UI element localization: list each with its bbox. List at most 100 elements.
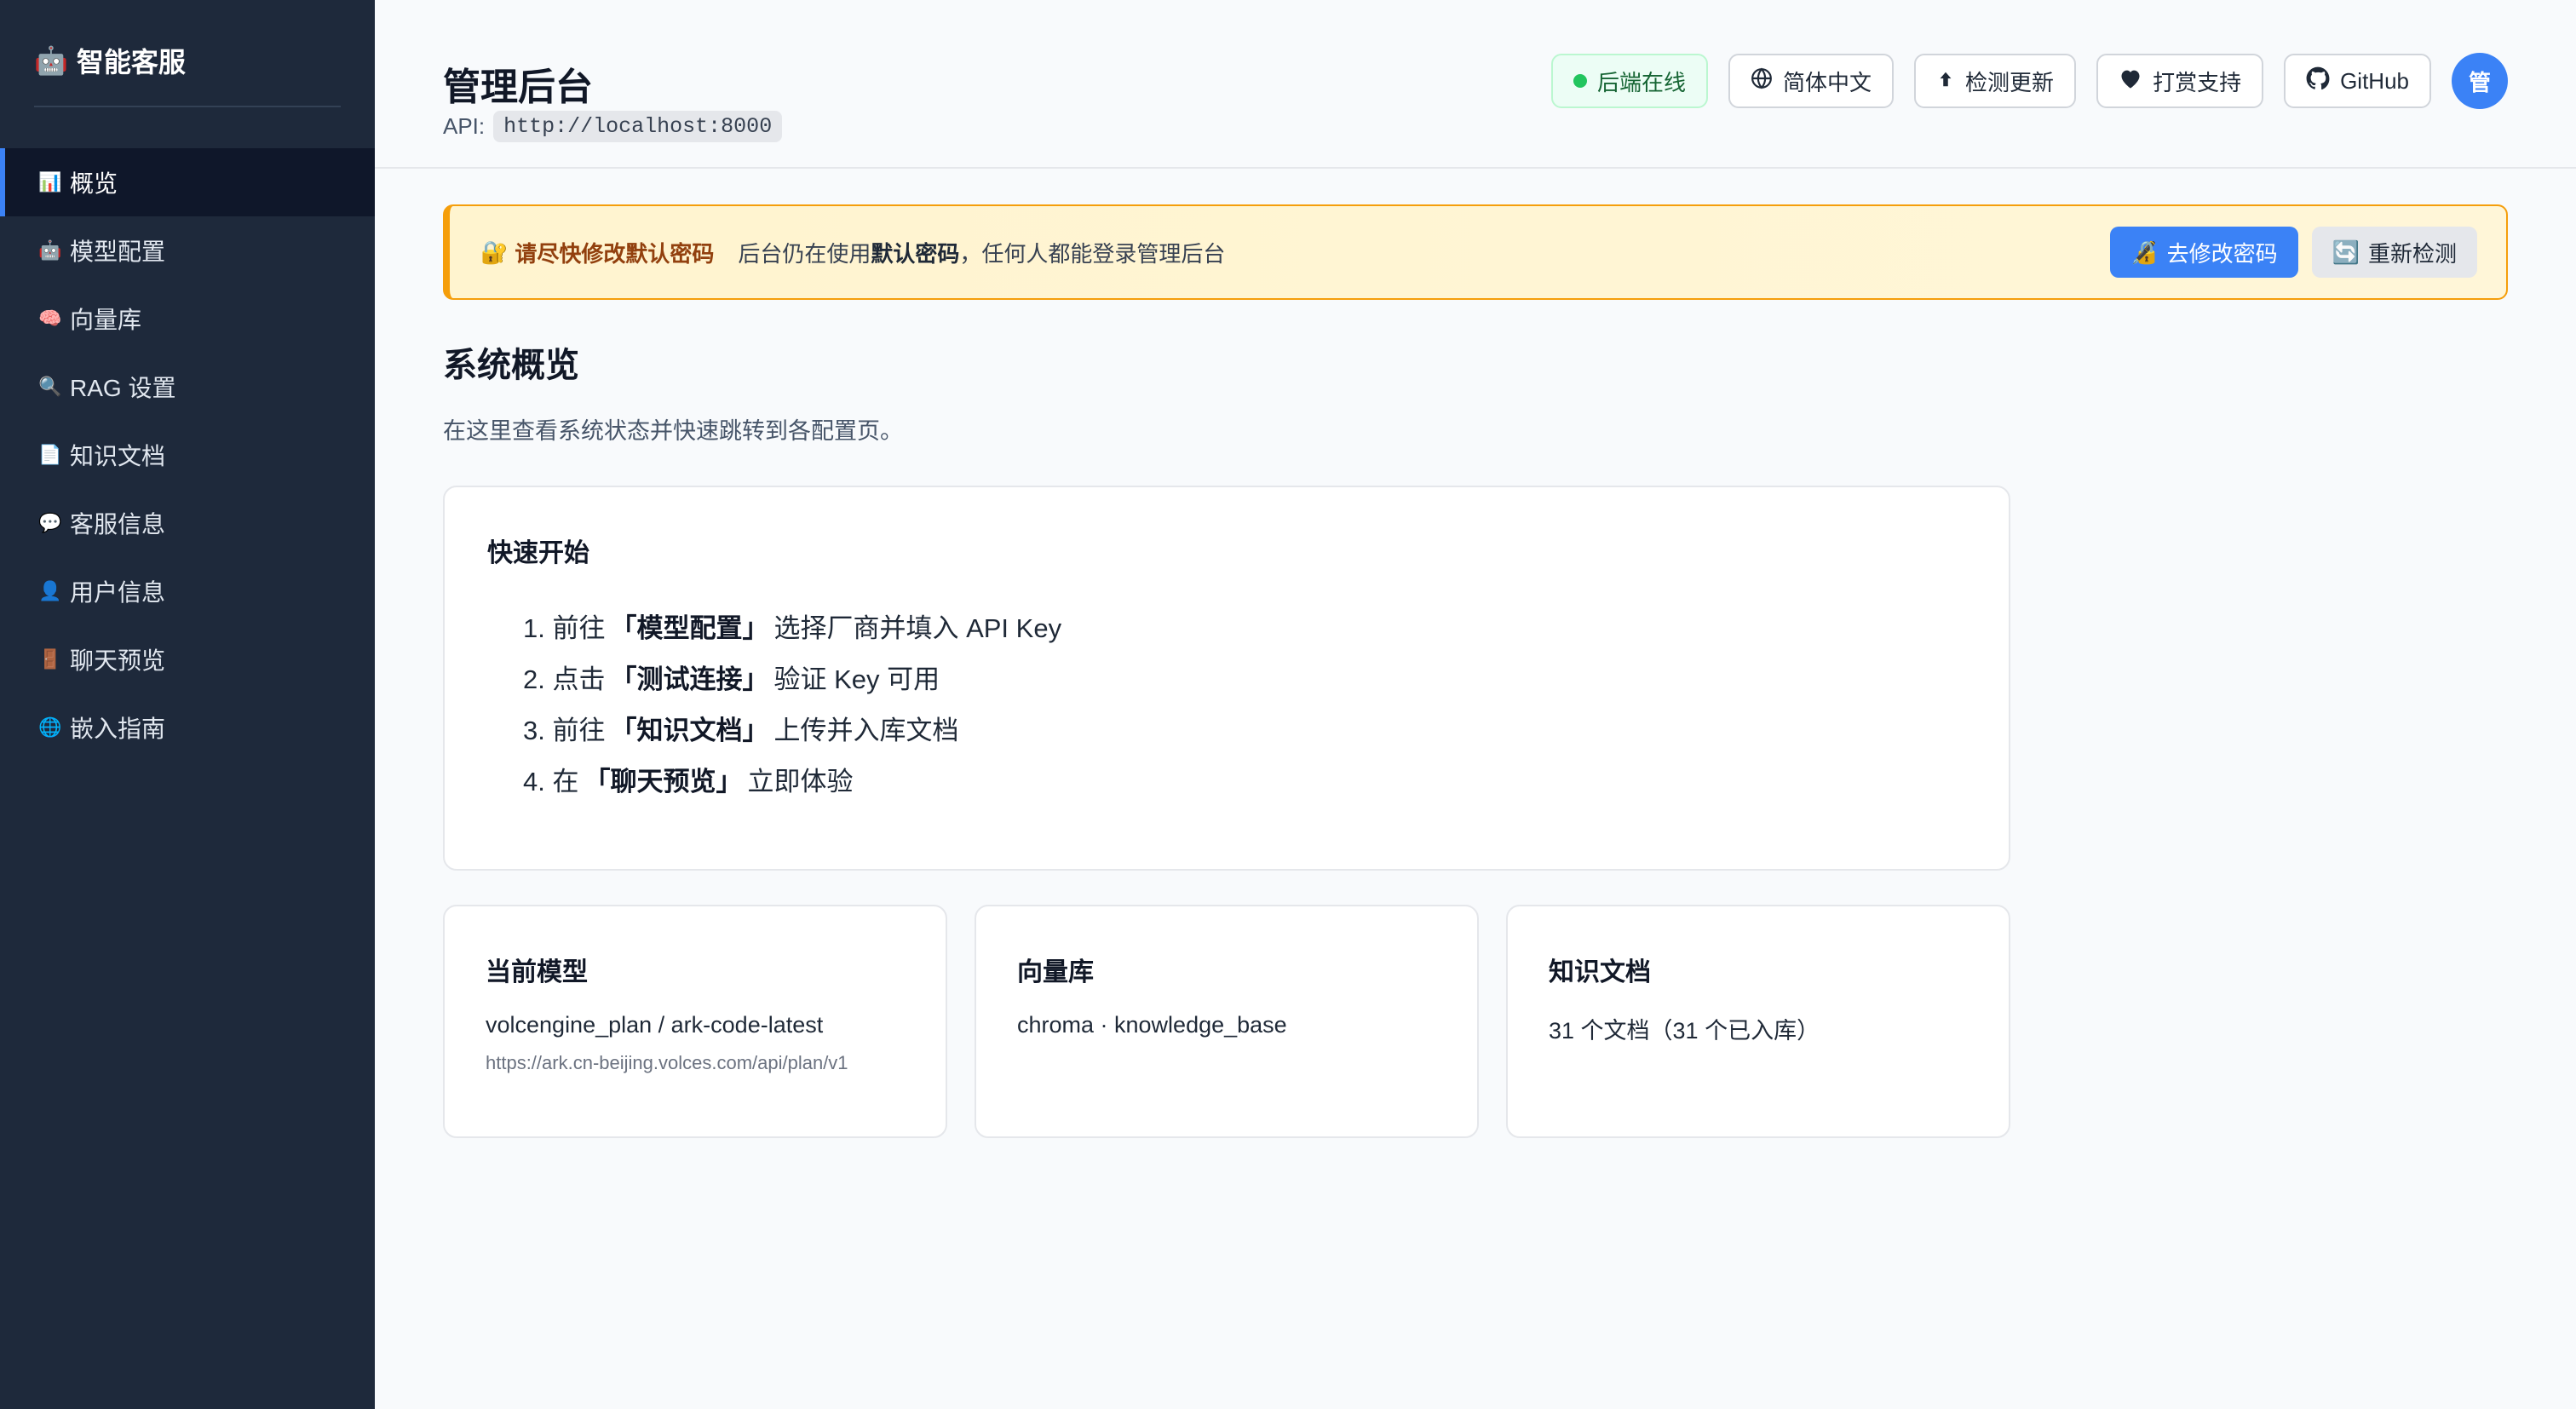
sidebar-item-service-info[interactable]: 💬 客服信息: [0, 489, 375, 557]
vector-db-card[interactable]: 向量库 chroma · knowledge_base: [975, 905, 1479, 1138]
banner-actions: 🔏 去修改密码 🔄 重新检测: [2110, 227, 2477, 278]
vector-db-title: 向量库: [1017, 958, 1094, 986]
github-icon: [2306, 66, 2330, 96]
sidebar-item-label: 向量库: [70, 307, 142, 333]
header-actions: 后端在线 简体中文 检测更新 打赏支持 GitHub 管: [1551, 53, 2508, 109]
current-model-url: https://ark.cn-beijing.volces.com/api/pl…: [486, 1052, 848, 1073]
lock-key-icon: 🔐: [480, 239, 509, 265]
banner-title: 🔐 请尽快修改默认密码: [480, 237, 714, 268]
sidebar-nav: 📊 概览 🤖 模型配置 🧠 向量库 🔍 RAG 设置 📄 知识文档 💬 客服信息…: [0, 148, 375, 762]
arrow-up-icon: [1936, 68, 1955, 95]
banner-message-bold: 默认密码: [871, 240, 960, 267]
sidebar-item-knowledge-docs[interactable]: 📄 知识文档: [0, 421, 375, 489]
language-button[interactable]: 简体中文: [1728, 54, 1895, 108]
check-update-button[interactable]: 检测更新: [1914, 54, 2077, 108]
sidebar-item-model-config[interactable]: 🤖 模型配置: [0, 216, 375, 285]
step-suffix: 立即体验: [747, 766, 854, 797]
api-info: API: http://localhost:8000: [443, 111, 783, 142]
quick-start-step: 1. 前往 「模型配置」 选择厂商并填入 API Key: [523, 600, 1061, 651]
step-target: 「模型配置」: [610, 612, 769, 643]
section-title: 系统概览: [443, 347, 579, 384]
brand: 🤖 智能客服: [34, 41, 186, 80]
banner-message-prefix: 后台仍在使用: [738, 240, 871, 267]
knowledge-docs-value: 31 个文档（31 个已入库）: [1549, 1018, 1820, 1044]
change-password-label: 去修改密码: [2166, 240, 2278, 267]
chat-bubble-icon: 💬: [38, 512, 62, 533]
heart-hands-icon: [2119, 67, 2142, 95]
sidebar-item-label: 嵌入指南: [70, 716, 166, 742]
sidebar-item-chat-preview[interactable]: 🚪 聊天预览: [0, 625, 375, 693]
quick-start-card: 快速开始 1. 前往 「模型配置」 选择厂商并填入 API Key 2. 点击 「测试…: [443, 486, 2010, 871]
status-dot-icon: [1573, 74, 1588, 88]
change-password-button[interactable]: 🔏 去修改密码: [2110, 227, 2298, 278]
globe-icon: [1751, 67, 1773, 95]
step-target: 「测试连接」: [610, 664, 769, 694]
recheck-label: 重新检测: [2367, 240, 2457, 267]
avatar[interactable]: 管: [2452, 53, 2508, 109]
default-password-warning-banner: 🔐 请尽快修改默认密码 后台仍在使用默认密码，任何人都能登录管理后台 🔏 去修改…: [443, 204, 2508, 300]
step-suffix: 上传并入库文档: [773, 715, 959, 745]
check-update-label: 检测更新: [1965, 69, 2055, 95]
brain-icon: 🧠: [38, 308, 62, 329]
search-icon: 🔍: [38, 376, 62, 397]
recheck-button[interactable]: 🔄 重新检测: [2311, 227, 2477, 278]
door-icon: 🚪: [38, 648, 62, 670]
vector-db-value: chroma · knowledge_base: [1017, 1012, 1287, 1038]
step-prefix: 1. 前往: [523, 612, 606, 643]
sidebar-item-label: RAG 设置: [70, 375, 176, 401]
sidebar-item-label: 聊天预览: [70, 647, 166, 674]
sidebar-item-vector-db[interactable]: 🧠 向量库: [0, 285, 375, 353]
sidebar-item-overview[interactable]: 📊 概览: [0, 148, 375, 216]
sidebar-item-label: 模型配置: [70, 239, 166, 265]
robot-icon: 🤖: [34, 45, 68, 76]
sidebar-divider: [34, 106, 341, 107]
step-target: 「知识文档」: [610, 715, 769, 745]
key-lock-icon: 🔏: [2130, 239, 2159, 265]
current-model-value: volcengine_plan / ark-code-latest: [486, 1012, 824, 1038]
quick-start-step: 2. 点击 「测试连接」 验证 Key 可用: [523, 651, 1061, 702]
banner-title-text: 请尽快修改默认密码: [515, 240, 715, 267]
current-model-card[interactable]: 当前模型 volcengine_plan / ark-code-latest h…: [443, 905, 947, 1138]
page-title: 管理后台: [443, 66, 593, 108]
user-icon: 👤: [38, 580, 62, 601]
globe-icon: 🌐: [38, 716, 62, 738]
quick-start-step: 4. 在「聊天预览」 立即体验: [523, 753, 1061, 804]
banner-message-suffix: ，任何人都能登录管理后台: [959, 240, 1226, 267]
step-suffix: 选择厂商并填入 API Key: [773, 612, 1062, 643]
banner-message: 后台仍在使用默认密码，任何人都能登录管理后台: [738, 237, 1225, 268]
status-text: 后端在线: [1597, 69, 1687, 95]
sidebar-item-label: 用户信息: [70, 579, 166, 606]
chart-icon: 📊: [38, 171, 62, 193]
sidebar-item-embed-guide[interactable]: 🌐 嵌入指南: [0, 693, 375, 762]
step-prefix: 3. 前往: [523, 715, 606, 745]
sidebar-item-label: 客服信息: [70, 511, 166, 538]
donate-button[interactable]: 打赏支持: [2096, 54, 2264, 108]
step-prefix: 2. 点击: [523, 664, 606, 694]
sidebar: 🤖 智能客服 📊 概览 🤖 模型配置 🧠 向量库 🔍 RAG 设置 📄 知识文档…: [0, 0, 375, 1409]
github-label: GitHub: [2340, 67, 2409, 94]
backend-status-badge: 后端在线: [1551, 54, 1709, 108]
refresh-icon: 🔄: [2332, 239, 2360, 265]
step-suffix: 验证 Key 可用: [773, 664, 940, 694]
robot-icon: 🤖: [38, 239, 62, 261]
sidebar-item-user-info[interactable]: 👤 用户信息: [0, 557, 375, 625]
section-description: 在这里查看系统状态并快速跳转到各配置页。: [443, 418, 903, 444]
quick-start-title: 快速开始: [487, 539, 589, 567]
knowledge-docs-title: 知识文档: [1549, 958, 1651, 986]
current-model-title: 当前模型: [486, 958, 588, 986]
top-header: 管理后台 API: http://localhost:8000 后端在线 简体中…: [375, 0, 2576, 169]
knowledge-docs-card[interactable]: 知识文档 31 个文档（31 个已入库）: [1506, 905, 2010, 1138]
sidebar-item-label: 概览: [70, 170, 118, 197]
sidebar-item-label: 知识文档: [70, 443, 166, 469]
sidebar-item-rag-settings[interactable]: 🔍 RAG 设置: [0, 353, 375, 421]
api-label: API:: [443, 113, 486, 139]
api-url: http://localhost:8000: [493, 111, 783, 142]
github-button[interactable]: GitHub: [2284, 54, 2431, 108]
quick-start-steps: 1. 前往 「模型配置」 选择厂商并填入 API Key 2. 点击 「测试连接」 验证…: [523, 600, 1061, 804]
document-icon: 📄: [38, 444, 62, 465]
donate-label: 打赏支持: [2153, 69, 2242, 95]
quick-start-step: 3. 前往 「知识文档」 上传并入库文档: [523, 702, 1061, 753]
brand-name: 智能客服: [76, 47, 186, 78]
step-prefix: 4. 在: [523, 766, 579, 797]
step-target: 「聊天预览」: [584, 766, 743, 797]
